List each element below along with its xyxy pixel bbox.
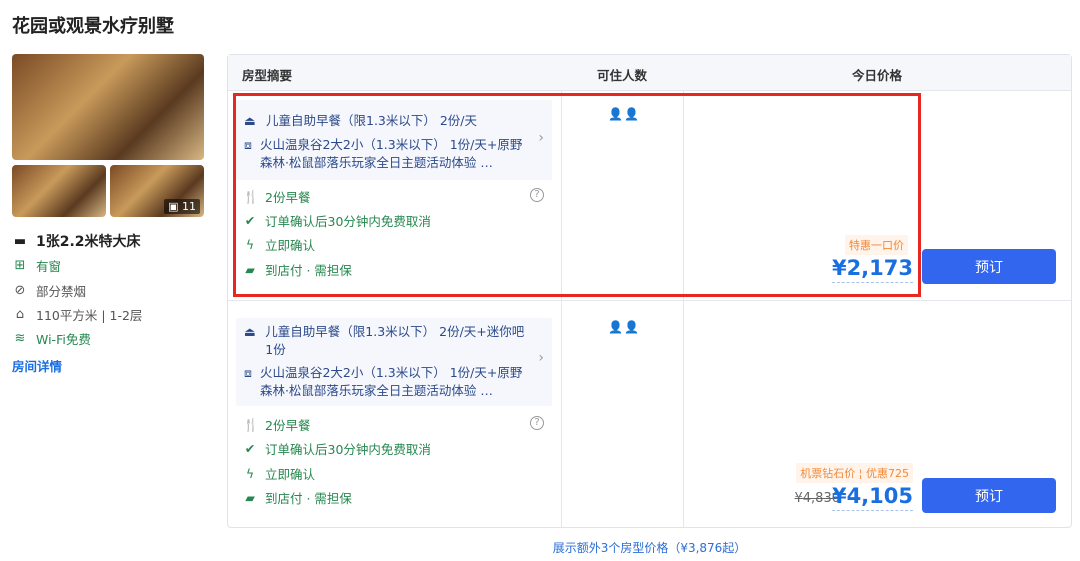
bed-icon: ▬: [13, 233, 27, 249]
feature-text: 有窗: [36, 259, 62, 274]
utensils-icon: 🍴: [243, 416, 259, 432]
lightning-icon: ϟ: [245, 466, 255, 481]
table-header: 房型摘要 可住人数 今日价格: [228, 55, 1071, 91]
feature-text: 部分禁烟: [36, 284, 87, 299]
header-price: 今日价格: [851, 68, 902, 83]
guests-icon: 👤👤: [608, 320, 640, 334]
book-button[interactable]: 预订: [922, 249, 1056, 284]
header-guests: 可住人数: [596, 68, 647, 83]
divider: [228, 300, 1071, 301]
perk-cancel: ✔ 订单确认后30分钟内免费取消: [243, 439, 431, 458]
dining-icon: ⏏: [244, 324, 256, 339]
area-icon: ⌂: [15, 307, 25, 322]
header-summary: 房型摘要: [242, 68, 293, 83]
feature-window: ⊞ 有窗: [12, 256, 61, 275]
perk-breakfast: 🍴 2份早餐: [243, 415, 310, 434]
no-smoking-icon: ⊘: [14, 283, 26, 298]
price-tag: 机票钻石价 ¦ 优惠725: [796, 463, 913, 483]
room-main-photo[interactable]: [12, 54, 204, 160]
feature-area: ⌂ 110平方米 | 1-2层: [12, 305, 143, 324]
help-icon[interactable]: ?: [530, 416, 544, 430]
discount-label: 优惠725: [866, 467, 909, 480]
bed-info: ▬ 1张2.2米特大床: [12, 231, 141, 251]
check-circle-icon: ✔: [244, 441, 256, 456]
show-more-rooms-link[interactable]: 展示额外3个房型价格（¥3,876起）: [227, 539, 1072, 556]
perk-confirm: ϟ 立即确认: [243, 464, 315, 483]
perk-payment: ▰ 到店付 · 需担保: [243, 488, 352, 507]
package-box[interactable]: ⏏ 儿童自助早餐（限1.3米以下） 2份/天+迷你吧 1份 ⧈ 火山温泉谷2大2小（…: [236, 318, 552, 406]
package-item: 火山温泉谷2大2小（1.3米以下） 1份/天+原野森林·松鼠部落乐玩家全日主题活…: [259, 365, 523, 398]
perk-text: 立即确认: [265, 467, 316, 482]
perk-text: 订单确认后30分钟内免费取消: [265, 442, 431, 457]
book-button[interactable]: 预订: [922, 478, 1056, 513]
feature-text: 110平方米 | 1-2层: [36, 308, 143, 323]
gift-icon: ⧈: [244, 365, 252, 380]
show-more-text[interactable]: 展示额外3个房型价格（¥3,876起）: [553, 541, 747, 555]
payment-icon: ▰: [245, 490, 255, 505]
window-icon: ⊞: [14, 258, 26, 273]
chevron-right-icon[interactable]: ›: [538, 350, 544, 366]
room-thumbnail[interactable]: [12, 165, 106, 217]
photo-count-badge: ▣ 11: [164, 199, 200, 214]
package-item: 儿童自助早餐（限1.3米以下） 2份/天+迷你吧 1份: [265, 324, 525, 357]
bed-text: 1张2.2米特大床: [36, 234, 141, 250]
room-thumbnail-more[interactable]: ▣ 11: [110, 165, 204, 217]
perk-text: 到店付 · 需担保: [265, 491, 352, 506]
tag-label: 机票钻石价: [800, 467, 856, 480]
room-details-link[interactable]: 房间详情: [12, 356, 62, 375]
highlight-box: [233, 93, 921, 297]
wifi-icon: ≋: [14, 331, 26, 346]
feature-text: Wi-Fi免费: [36, 332, 91, 347]
perk-text: 2份早餐: [265, 418, 311, 433]
feature-wifi: ≋ Wi-Fi免费: [12, 329, 91, 348]
feature-smoking: ⊘ 部分禁烟: [12, 281, 86, 300]
image-icon: ▣: [168, 200, 182, 213]
photo-count: 11: [182, 200, 196, 213]
page-title: 花园或观景水疗别墅: [12, 16, 174, 37]
price[interactable]: ¥4,105: [831, 484, 913, 511]
